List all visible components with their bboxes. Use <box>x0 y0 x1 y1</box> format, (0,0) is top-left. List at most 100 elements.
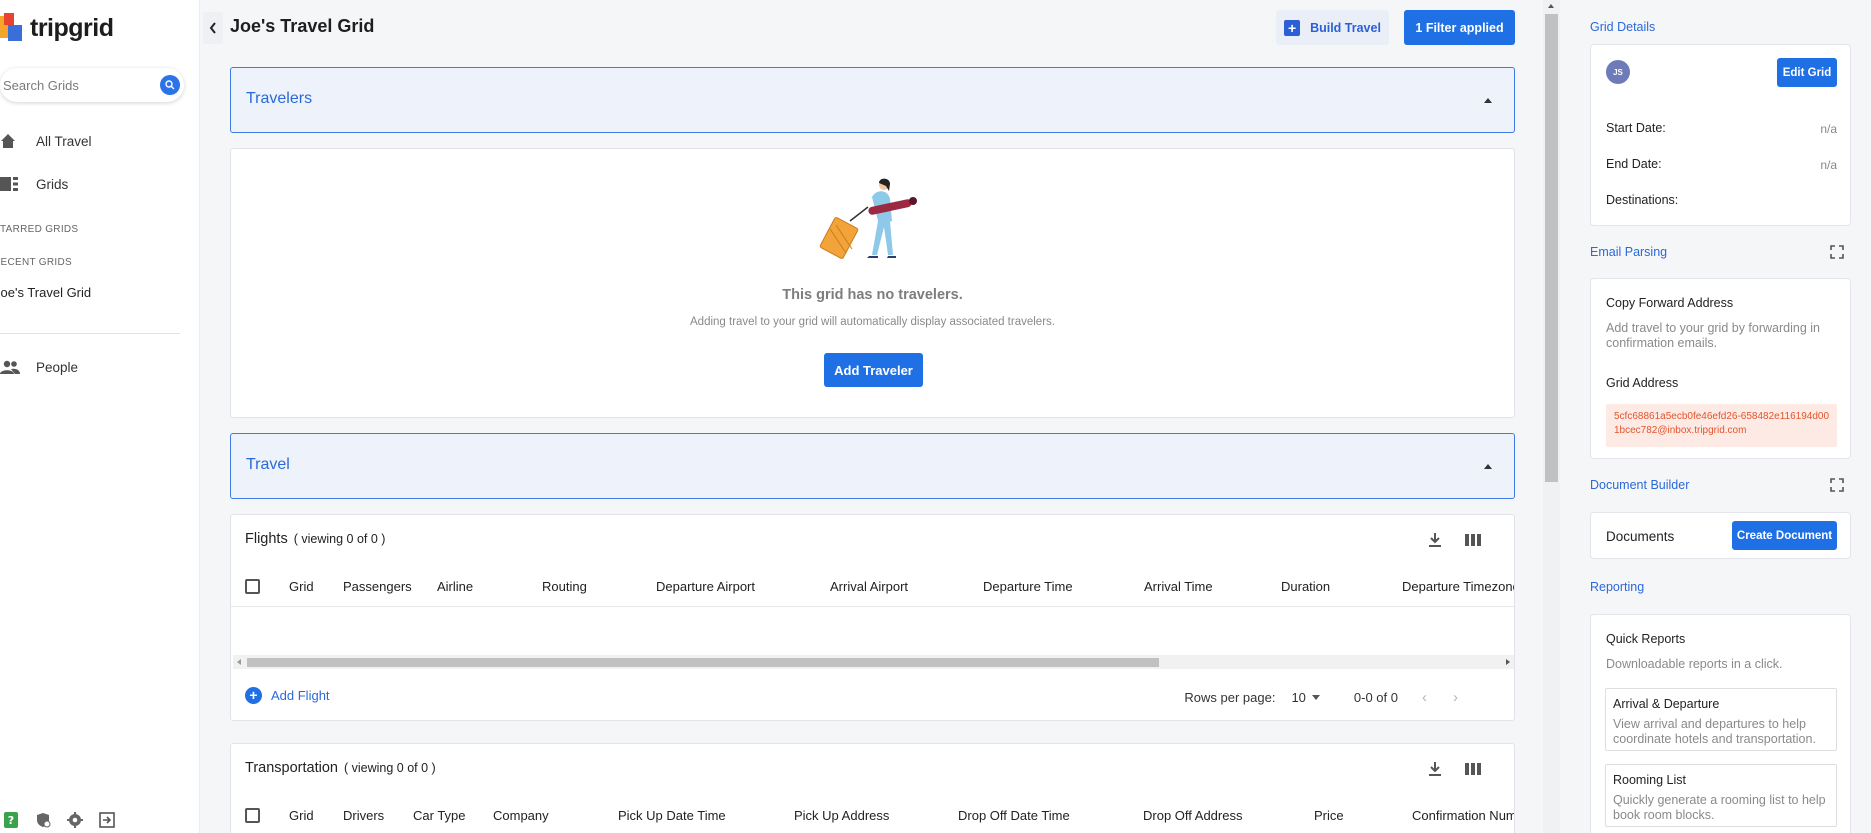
select-all-checkbox[interactable] <box>245 579 260 594</box>
column-header[interactable]: Routing <box>542 579 587 594</box>
column-header[interactable]: Drop Off Address <box>1143 808 1242 823</box>
search-input[interactable] <box>3 77 153 93</box>
flights-card: Flights ( viewing 0 of 0 ) Grid Passenger… <box>230 514 1515 721</box>
column-header[interactable]: Arrival Time <box>1144 579 1213 594</box>
scroll-left-icon[interactable] <box>237 659 241 665</box>
security-icon[interactable] <box>34 811 52 829</box>
section-title: Travelers <box>246 90 313 107</box>
column-header[interactable]: Grid <box>289 808 314 823</box>
sidebar-item-label: People <box>36 359 79 375</box>
divider <box>0 333 180 334</box>
column-header[interactable]: Company <box>493 808 549 823</box>
search-grids[interactable] <box>0 68 184 102</box>
report-title: Arrival & Departure <box>1613 697 1720 711</box>
chevron-up-icon <box>1484 98 1492 103</box>
grid-address-title: Grid Address <box>1606 376 1679 390</box>
report-description: Quickly generate a rooming list to help … <box>1613 793 1826 822</box>
expand-icon[interactable] <box>1830 478 1844 492</box>
tripgrid-logo[interactable]: tripgrid <box>0 12 114 44</box>
add-traveler-button[interactable]: Add Traveler <box>824 353 923 387</box>
pagination: Rows per page: 10 0-0 of 0 ‹› <box>1184 689 1484 706</box>
sidebar-item-label: Grids <box>36 176 69 192</box>
end-date-label: End Date: <box>1606 157 1662 171</box>
column-header[interactable]: Departure Time <box>983 579 1073 594</box>
documents-label: Documents <box>1606 529 1675 544</box>
end-date-value: n/a <box>1820 158 1837 172</box>
copy-forward-description: Add travel to your grid by forwarding in… <box>1606 321 1820 350</box>
column-header[interactable]: Pick Up Address <box>794 808 889 823</box>
columns-icon[interactable] <box>1464 760 1482 778</box>
column-header[interactable]: Departure Airport <box>656 579 755 594</box>
avatar[interactable]: JS <box>1606 60 1630 84</box>
grid-address-value[interactable]: 5cfc68861a5ecb0fe46efd26-658482e116194d0… <box>1606 404 1837 447</box>
column-header[interactable]: Drop Off Date Time <box>958 808 1070 823</box>
chevron-up-icon <box>1484 464 1492 469</box>
sidebar-item-all-travel[interactable]: All Travel <box>0 129 92 153</box>
logout-icon[interactable] <box>98 811 116 829</box>
select-all-checkbox[interactable] <box>245 808 260 823</box>
add-flight-button[interactable]: + Add Flight <box>245 687 330 704</box>
empty-state-subtitle: Adding travel to your grid will automati… <box>690 316 1055 328</box>
table-title: Flights <box>245 531 288 547</box>
email-parsing-title: Email Parsing <box>1590 245 1668 259</box>
sidebar-item-people[interactable]: People <box>0 355 78 379</box>
prev-page-icon[interactable]: ‹ <box>1422 689 1453 706</box>
horizontal-scrollbar[interactable] <box>233 655 1514 669</box>
reporting-title: Reporting <box>1590 580 1645 594</box>
search-button[interactable] <box>160 75 180 95</box>
page-range: 0-0 of 0 <box>1353 690 1398 705</box>
help-icon[interactable]: ? <box>2 811 20 829</box>
start-date-value: n/a <box>1820 122 1837 136</box>
table-header-row: Grid Passengers Airline Routing Departur… <box>231 567 1514 607</box>
columns-icon[interactable] <box>1464 531 1482 549</box>
sidebar-item-grids[interactable]: Grids <box>0 172 68 196</box>
start-date-label: Start Date: <box>1606 121 1666 135</box>
expand-icon[interactable] <box>1830 245 1844 259</box>
travel-section-header[interactable]: Travel <box>230 433 1515 499</box>
rows-per-page-value: 10 <box>1291 690 1306 705</box>
column-header[interactable]: Departure Timezone <box>1402 579 1514 594</box>
report-arrival-departure[interactable]: Arrival & Departure View arrival and dep… <box>1605 688 1837 751</box>
next-page-icon[interactable]: › <box>1453 689 1484 706</box>
column-header[interactable]: Grid <box>289 579 314 594</box>
filter-button[interactable]: 1 Filter applied <box>1404 10 1515 45</box>
home-icon <box>0 131 22 151</box>
flights-title: Flights ( viewing 0 of 0 ) <box>245 531 385 547</box>
sidebar-item-label: All Travel <box>36 133 92 149</box>
rows-per-page-select[interactable]: 10 <box>1291 690 1320 705</box>
settings-icon[interactable] <box>66 811 84 829</box>
scroll-right-icon[interactable] <box>1506 659 1510 665</box>
dropdown-arrow-icon <box>1311 695 1320 700</box>
edit-grid-button[interactable]: Edit Grid <box>1777 58 1837 87</box>
download-icon[interactable] <box>1426 760 1444 778</box>
download-icon[interactable] <box>1426 531 1444 549</box>
scrollbar-thumb[interactable] <box>247 658 1159 667</box>
build-travel-button[interactable]: + Build Travel <box>1276 10 1389 45</box>
column-header[interactable]: Pick Up Date Time <box>618 808 726 823</box>
report-rooming-list[interactable]: Rooming List Quickly generate a rooming … <box>1605 764 1837 827</box>
column-header[interactable]: Drivers <box>343 808 384 823</box>
table-title: Transportation <box>245 760 338 776</box>
grid-icon <box>0 174 22 194</box>
sidebar-footer: ? <box>2 811 116 829</box>
column-header[interactable]: Confirmation Number <box>1412 808 1514 823</box>
column-header[interactable]: Car Type <box>413 808 466 823</box>
column-header[interactable]: Airline <box>437 579 473 594</box>
create-document-button[interactable]: Create Document <box>1732 521 1837 550</box>
collapse-sidebar-button[interactable] <box>203 12 223 44</box>
document-builder-card: Documents Create Document <box>1590 512 1851 559</box>
column-header[interactable]: Arrival Airport <box>830 579 908 594</box>
people-icon <box>0 357 22 377</box>
section-title: Travel <box>246 456 290 473</box>
vertical-scrollbar[interactable] <box>1543 0 1560 833</box>
travelers-section-header[interactable]: Travelers <box>230 67 1515 133</box>
column-header[interactable]: Duration <box>1281 579 1330 594</box>
column-header[interactable]: Passengers <box>343 579 412 594</box>
column-header[interactable]: Price <box>1314 808 1344 823</box>
traveler-illustration <box>819 178 917 259</box>
scrollbar-thumb[interactable] <box>1545 14 1558 482</box>
grid-details-title: Grid Details <box>1590 20 1656 34</box>
recent-grid-item[interactable]: Joe's Travel Grid <box>0 285 91 300</box>
tripgrid-logo-icon <box>0 13 28 43</box>
scroll-up-icon[interactable] <box>1548 4 1554 8</box>
